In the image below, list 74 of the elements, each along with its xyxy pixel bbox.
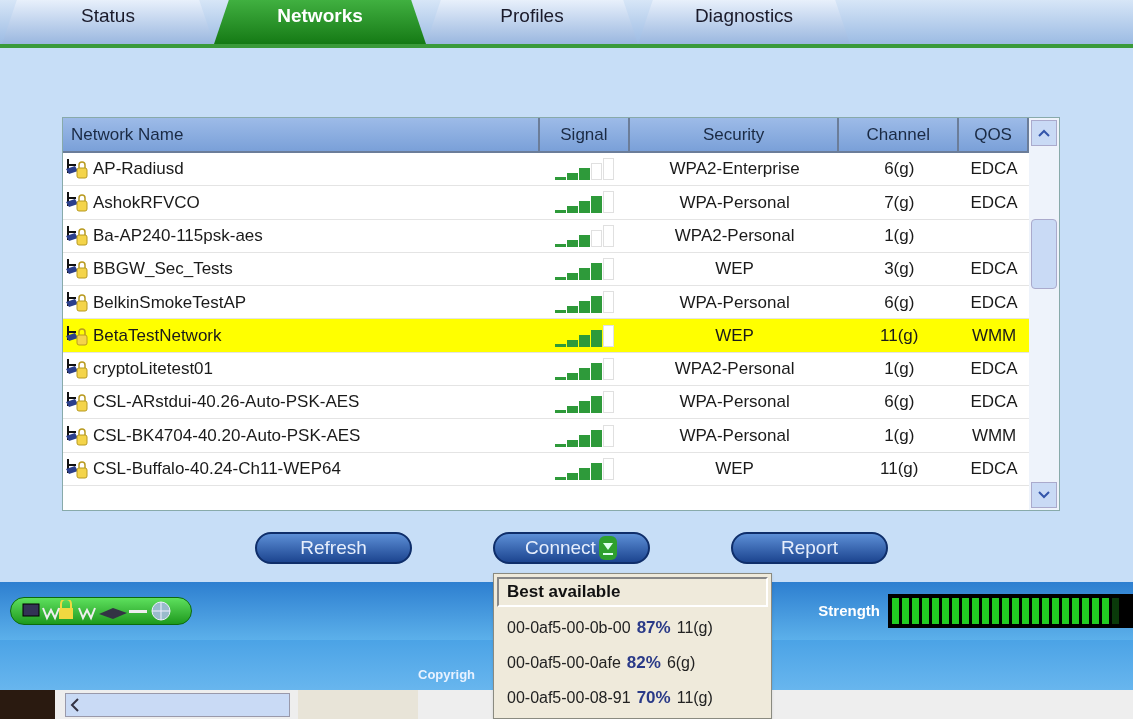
network-lock-icon bbox=[65, 390, 89, 415]
network-row[interactable]: BetaTestNetwork WEP 11(g) WMM bbox=[63, 319, 1029, 353]
qos-text: WMM bbox=[971, 324, 1017, 347]
channel-text: 6(g) bbox=[884, 158, 915, 181]
network-name: cryptoLitetest01 bbox=[93, 358, 213, 381]
action-button[interactable]: Refresh bbox=[255, 532, 412, 564]
copyright-text: Copyrigh bbox=[418, 665, 476, 684]
tab[interactable]: Networks bbox=[214, 0, 426, 44]
qos-text: EDCA bbox=[970, 458, 1018, 481]
menu-item[interactable]: 00-0af5-00-08-91 70% 11(g) bbox=[497, 680, 768, 715]
chevron-down-icon bbox=[1038, 491, 1050, 499]
qos-text: WMM bbox=[971, 424, 1017, 447]
security-text: WEP bbox=[715, 458, 754, 481]
network-name: CSL-Buffalo-40.24-Ch11-WEP64 bbox=[93, 458, 341, 481]
column-header[interactable]: Channel bbox=[839, 118, 960, 151]
security-text: WPA-Personal bbox=[679, 391, 790, 414]
channel-text: 1(g) bbox=[884, 358, 915, 381]
action-button[interactable]: Report bbox=[731, 532, 888, 564]
chevron-up-icon bbox=[1038, 129, 1050, 137]
security-text: WPA2-Personal bbox=[674, 225, 795, 247]
network-lock-icon bbox=[65, 257, 89, 282]
network-lock-icon bbox=[65, 190, 89, 215]
scroll-down-button[interactable] bbox=[1031, 482, 1057, 508]
channel-text: 11(g) bbox=[880, 324, 919, 347]
channel-text: 1(g) bbox=[884, 225, 915, 247]
security-text: WPA2-Enterprise bbox=[669, 158, 800, 181]
network-name: BetaTestNetwork bbox=[93, 324, 222, 347]
column-header[interactable]: Signal bbox=[540, 118, 630, 151]
security-text: WPA-Personal bbox=[679, 424, 790, 447]
scroll-up-button[interactable] bbox=[1031, 120, 1057, 146]
security-text: WEP bbox=[715, 258, 754, 281]
strength-label: Strength bbox=[818, 600, 880, 621]
channel-text: 1(g) bbox=[884, 424, 915, 447]
scrollbar-thumb[interactable] bbox=[1031, 219, 1057, 289]
menu-item[interactable]: Best available bbox=[497, 577, 768, 607]
channel-text: 6(g) bbox=[884, 391, 915, 414]
security-text: WPA-Personal bbox=[679, 291, 790, 314]
security-text: WPA-Personal bbox=[679, 191, 790, 214]
network-name: CSL-ARstdui-40.26-Auto-PSK-AES bbox=[93, 391, 360, 414]
qos-text: EDCA bbox=[970, 258, 1018, 281]
tab[interactable]: Diagnostics bbox=[638, 0, 850, 44]
qos-text: EDCA bbox=[970, 291, 1018, 314]
channel-text: 3(g) bbox=[884, 258, 915, 281]
connect-split-button[interactable]: Connect bbox=[493, 532, 650, 564]
network-lock-icon bbox=[65, 423, 89, 448]
channel-text: 11(g) bbox=[880, 458, 919, 481]
network-lock-icon bbox=[65, 157, 89, 182]
column-header[interactable]: Network Name bbox=[63, 118, 540, 151]
channel-text: 6(g) bbox=[884, 291, 915, 314]
network-name: BBGW_Sec_Tests bbox=[93, 258, 233, 281]
network-lock-icon bbox=[65, 323, 89, 348]
qos-text: EDCA bbox=[970, 391, 1018, 414]
qos-text: EDCA bbox=[970, 158, 1018, 181]
security-text: WEP bbox=[715, 324, 754, 347]
security-text: WPA2-Personal bbox=[674, 358, 795, 381]
qos-text: EDCA bbox=[970, 191, 1018, 214]
tab[interactable]: Profiles bbox=[426, 0, 638, 44]
network-name: Ba-AP240-115psk-aes bbox=[93, 225, 263, 247]
network-lock-icon bbox=[65, 356, 89, 381]
qos-text: EDCA bbox=[970, 358, 1018, 381]
network-lock-icon bbox=[65, 290, 89, 315]
photo-placeholder bbox=[0, 690, 55, 719]
channel-text: 7(g) bbox=[884, 191, 915, 214]
network-name: AP-Radiusd bbox=[93, 158, 184, 181]
menu-item[interactable]: 00-0af5-00-0b-00 87% 11(g) bbox=[497, 610, 768, 645]
column-header[interactable]: Security bbox=[629, 118, 840, 151]
network-name: BelkinSmokeTestAP bbox=[93, 291, 247, 314]
network-name: CSL-BK4704-40.20-Auto-PSK-AES bbox=[93, 424, 361, 447]
chevron-left-icon bbox=[70, 697, 80, 712]
network-name: AshokRFVCO bbox=[93, 191, 200, 214]
tab[interactable]: Status bbox=[2, 0, 214, 44]
network-lock-icon bbox=[65, 456, 89, 481]
network-lock-icon bbox=[65, 223, 89, 248]
menu-item[interactable]: 00-0af5-00-0afe 82% 6(g) bbox=[497, 645, 768, 680]
